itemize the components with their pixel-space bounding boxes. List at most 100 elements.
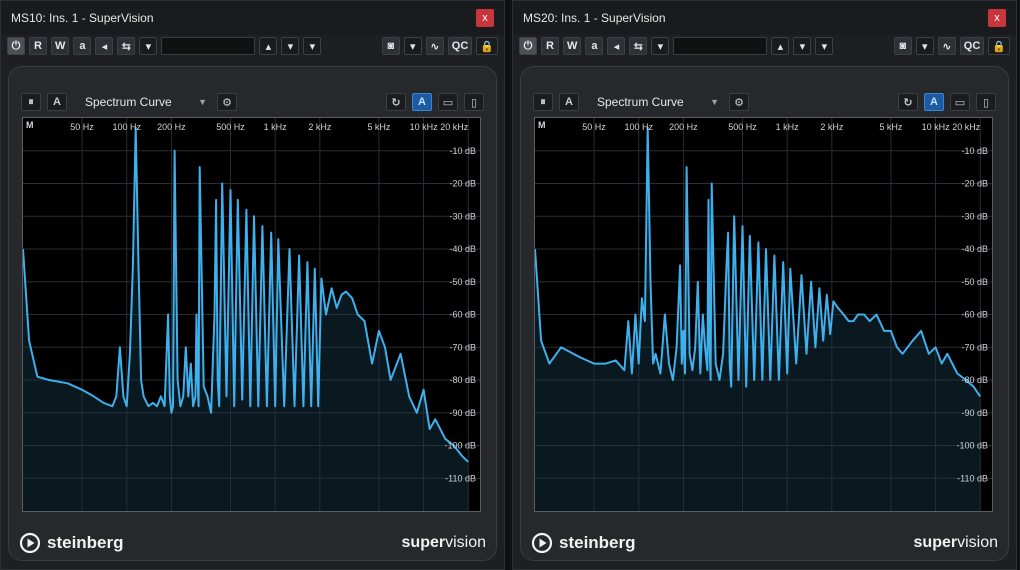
arrow-left-icon: ◂	[613, 40, 620, 53]
gear-icon: ⚙	[734, 96, 744, 109]
preset-down-button[interactable]: ▾	[281, 37, 300, 55]
qc-button[interactable]: QC	[447, 37, 473, 55]
module-select[interactable]: Spectrum Curve ▼	[73, 93, 211, 111]
power-icon: ⏻	[11, 39, 21, 52]
product-name: supervision	[913, 534, 998, 551]
reset-button[interactable]: ↻	[386, 93, 406, 111]
module-select-label: Spectrum Curve	[85, 95, 172, 109]
spectrum-plot[interactable]: 50 Hz 100 Hz 200 Hz 500 Hz 1 kHz 2 kHz 5 kHz 10…	[534, 117, 993, 512]
spectrum-fill	[23, 127, 469, 511]
title-bar[interactable]: MS10: Ins. 1 - SuperVision x	[1, 1, 504, 35]
title-bar[interactable]: MS20: Ins. 1 - SuperVision x	[513, 1, 1016, 35]
write-button[interactable]: W	[563, 37, 582, 55]
db-tick-label: -30 dB	[449, 211, 476, 221]
snapshot-button[interactable]: ◙	[893, 37, 912, 55]
preset-field[interactable]	[673, 37, 768, 55]
toolbar: ⏻ R W a ◂ ⇆ ▾ ▴ ▾ ▾ ◙ ▾ ∿ QC 🔒	[513, 35, 1016, 57]
freq-tick-label: 500 Hz	[728, 122, 757, 132]
back-button[interactable]: ◂	[95, 37, 114, 55]
db-tick-label: -10 dB	[961, 146, 988, 156]
product-name: supervision	[401, 534, 486, 551]
panel-bottom-icon: ▭	[954, 96, 966, 109]
window-title: MS20: Ins. 1 - SuperVision	[523, 11, 666, 25]
reset-button[interactable]: ↻	[898, 93, 918, 111]
freq-tick-label: 50 Hz	[582, 122, 606, 132]
close-button[interactable]: x	[988, 9, 1006, 27]
preset-up-button[interactable]: ▴	[771, 37, 790, 55]
spectrum-plot[interactable]: 50 Hz 100 Hz 200 Hz 500 Hz 1 kHz 2 kHz 5 kHz 10…	[22, 117, 481, 512]
brand-name: steinberg	[559, 533, 636, 552]
plugin-footer: steinberg supervision	[9, 526, 496, 560]
settings-button[interactable]: ⚙	[729, 93, 749, 111]
db-tick-label: -20 dB	[449, 179, 476, 189]
preset-field[interactable]	[161, 37, 256, 55]
layout-side-button[interactable]: ▯	[464, 93, 484, 111]
chevron-down-icon: ▾	[309, 40, 316, 53]
module-select[interactable]: Spectrum Curve ▼	[585, 93, 723, 111]
routing-button[interactable]: ⇆	[629, 37, 648, 55]
pause-button[interactable]: ⏸	[533, 93, 553, 111]
steinberg-logo: steinberg	[19, 532, 124, 554]
snapshot-button[interactable]: ◙	[381, 37, 400, 55]
db-tick-label: -110 dB	[957, 473, 988, 483]
toolbar: ⏻ R W a ◂ ⇆ ▾ ▴ ▾ ▾ ◙ ▾ ∿ QC 🔒	[1, 35, 504, 57]
pulse-button[interactable]: ∿	[425, 37, 444, 55]
pause-button[interactable]: ⏸	[21, 93, 41, 111]
preset-menu-button[interactable]: ▾	[815, 37, 834, 55]
a-compare-button[interactable]: a	[73, 37, 92, 55]
db-tick-label: -70 dB	[449, 342, 476, 352]
power-button[interactable]: ⏻	[519, 37, 537, 55]
layout-bottom-button[interactable]: ▭	[950, 93, 970, 111]
panel-bottom-icon: ▭	[442, 96, 454, 109]
routing-button[interactable]: ⇆	[117, 37, 136, 55]
db-tick-label: -90 dB	[449, 408, 476, 418]
routing-dropdown[interactable]: ▾	[139, 37, 158, 55]
read-button[interactable]: R	[541, 37, 559, 55]
spectrum-chart: 50 Hz 100 Hz 200 Hz 500 Hz 1 kHz 2 kHz 5 kHz 10…	[23, 118, 480, 511]
db-tick-label: -100 dB	[444, 441, 476, 451]
write-button[interactable]: W	[51, 37, 70, 55]
lock-button[interactable]: 🔒	[476, 37, 498, 55]
snapshot-dropdown[interactable]: ▾	[915, 37, 934, 55]
chevron-down-icon: ▼	[198, 97, 207, 107]
db-tick-label: -110 dB	[445, 473, 476, 483]
db-tick-label: -80 dB	[449, 375, 476, 385]
spectrum-fill	[535, 127, 981, 511]
camera-icon: ◙	[899, 40, 907, 52]
db-tick-label: -10 dB	[449, 146, 476, 156]
layout-bottom-button[interactable]: ▭	[438, 93, 458, 111]
read-button[interactable]: R	[29, 37, 47, 55]
db-tick-label: -50 dB	[961, 277, 988, 287]
pulse-icon: ∿	[942, 40, 952, 53]
power-button[interactable]: ⏻	[7, 37, 25, 55]
lock-button[interactable]: 🔒	[988, 37, 1010, 55]
pulse-button[interactable]: ∿	[937, 37, 956, 55]
preset-menu-button[interactable]: ▾	[303, 37, 322, 55]
qc-button[interactable]: QC	[959, 37, 985, 55]
snapshot-dropdown[interactable]: ▾	[403, 37, 422, 55]
preset-up-button[interactable]: ▴	[259, 37, 278, 55]
window-title: MS10: Ins. 1 - SuperVision	[11, 11, 154, 25]
hold-a-button[interactable]: A	[924, 93, 944, 111]
plugin-panel: ⏸ A Spectrum Curve ▼ ⚙ ↻ A ▭ ▯ 50 Hz 100 …	[8, 66, 497, 561]
spectrum-chart: 50 Hz 100 Hz 200 Hz 500 Hz 1 kHz 2 kHz 5 kHz 10…	[535, 118, 992, 511]
a-compare-button[interactable]: a	[585, 37, 604, 55]
module-select-label: Spectrum Curve	[597, 95, 684, 109]
freq-tick-label: 100 Hz	[624, 122, 653, 132]
db-tick-label: -80 dB	[961, 375, 988, 385]
preset-down-button[interactable]: ▾	[793, 37, 812, 55]
layout-side-button[interactable]: ▯	[976, 93, 996, 111]
freq-tick-label: 5 kHz	[879, 122, 903, 132]
a-button[interactable]: A	[47, 93, 67, 111]
freq-tick-label: 10 kHz	[410, 122, 439, 132]
db-tick-label: -100 dB	[956, 441, 988, 451]
chevron-down-icon: ▾	[922, 40, 928, 53]
hold-a-button[interactable]: A	[412, 93, 432, 111]
settings-button[interactable]: ⚙	[217, 93, 237, 111]
back-button[interactable]: ◂	[607, 37, 626, 55]
freq-tick-label: 1 kHz	[264, 122, 288, 132]
arrow-up-icon: ▴	[777, 40, 784, 53]
close-button[interactable]: x	[476, 9, 494, 27]
a-button[interactable]: A	[559, 93, 579, 111]
routing-dropdown[interactable]: ▾	[651, 37, 670, 55]
